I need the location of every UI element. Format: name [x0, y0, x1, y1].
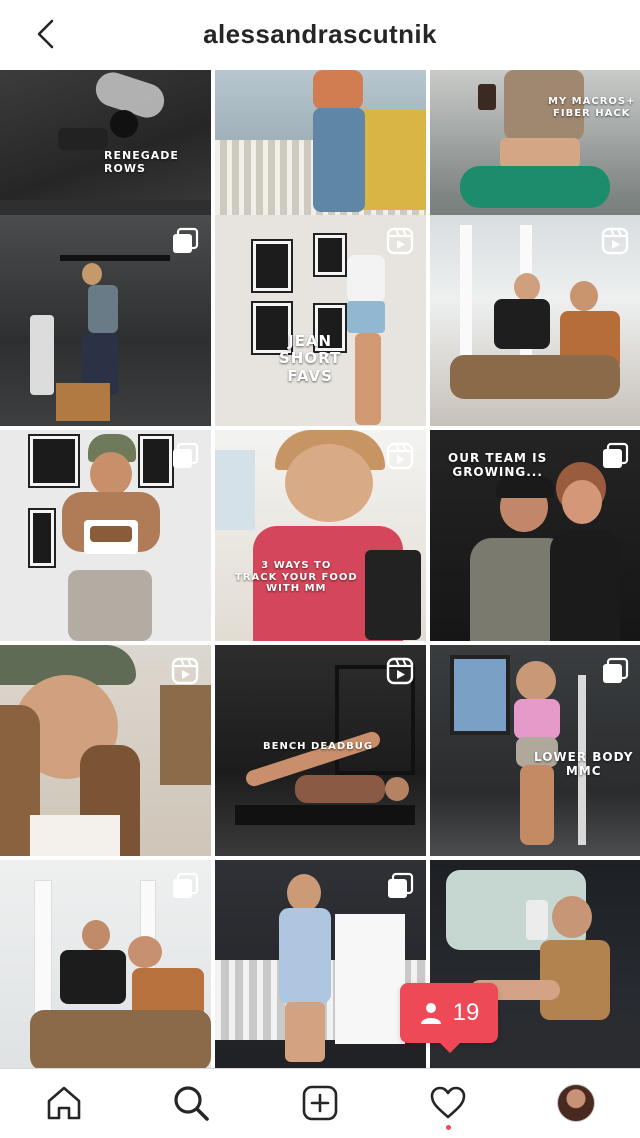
plus-square-icon [302, 1085, 338, 1121]
post-overlay-text: JEAN SHORT FAVS [279, 332, 342, 385]
tab-search[interactable] [171, 1083, 211, 1123]
carousel-icon [601, 657, 629, 685]
profile-header: alessandrascutnik [0, 0, 640, 68]
tab-home[interactable] [44, 1083, 84, 1123]
post-tile[interactable] [215, 860, 426, 1071]
tab-activity[interactable] [428, 1083, 468, 1123]
reels-icon [171, 657, 199, 685]
post-tile[interactable]: BENCH DEADBUG [215, 645, 426, 856]
home-icon [47, 1086, 81, 1120]
notification-count: 19 [452, 999, 480, 1026]
post-tile[interactable]: OUR TEAM IS GROWING... [430, 430, 640, 641]
reels-icon [386, 227, 414, 255]
activity-dot [446, 1125, 451, 1130]
post-overlay-text: OUR TEAM IS GROWING... [448, 451, 548, 479]
carousel-icon [171, 872, 199, 900]
post-tile[interactable]: LOWER BODY MMC [430, 645, 640, 856]
reels-icon [601, 227, 629, 255]
reels-icon [386, 442, 414, 470]
search-icon [174, 1086, 209, 1121]
post-tile[interactable]: 3 WAYS TO TRACK YOUR FOOD WITH MM [215, 430, 426, 641]
carousel-icon [171, 227, 199, 255]
post-tile[interactable] [0, 215, 211, 426]
post-tile[interactable] [0, 430, 211, 641]
heart-icon [430, 1086, 466, 1119]
activity-notification[interactable]: 19 [400, 983, 498, 1053]
reels-icon [386, 657, 414, 685]
post-overlay-text: RENEGADE ROWS [104, 149, 179, 175]
tab-profile[interactable] [556, 1083, 596, 1123]
post-overlay-text: LOWER BODY MMC [534, 750, 634, 778]
back-button[interactable] [28, 14, 64, 54]
profile-avatar [557, 1084, 595, 1122]
carousel-icon [601, 442, 629, 470]
tab-create[interactable] [300, 1083, 340, 1123]
post-overlay-text: BENCH DEADBUG [263, 741, 374, 752]
profile-username: alessandrascutnik [203, 18, 437, 49]
post-tile[interactable]: JEAN SHORT FAVS [215, 215, 426, 426]
post-overlay-text: MY MACROS+ FIBER HACK [548, 96, 636, 119]
post-tile[interactable] [0, 645, 211, 856]
carousel-icon [171, 442, 199, 470]
chevron-left-icon [37, 19, 54, 49]
post-tile[interactable] [0, 860, 211, 1071]
post-overlay-text: 3 WAYS TO TRACK YOUR FOOD WITH MM [235, 560, 358, 594]
carousel-icon [386, 872, 414, 900]
person-icon [420, 1003, 441, 1024]
post-tile[interactable] [430, 215, 640, 426]
bottom-tab-bar [0, 1068, 640, 1138]
